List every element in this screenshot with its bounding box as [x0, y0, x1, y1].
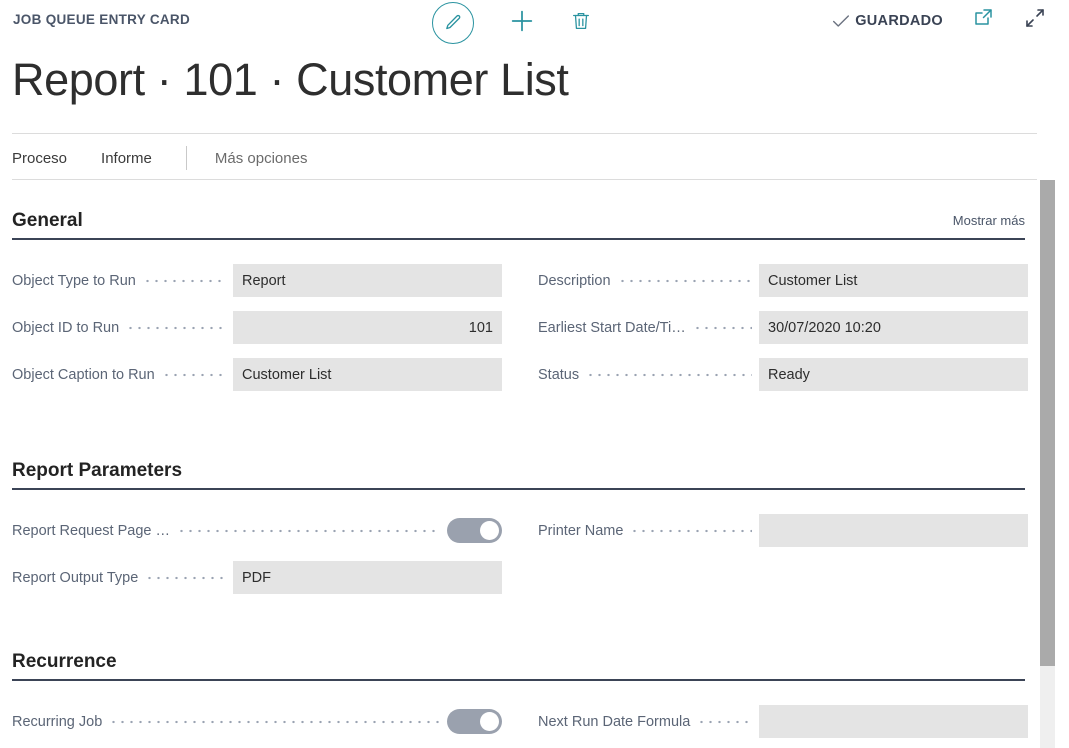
menubar-top-divider — [12, 133, 1037, 134]
section-underline — [12, 679, 1025, 681]
field-label: Printer Name — [538, 523, 623, 539]
top-toolbar: JOB QUEUE ENTRY CARD — [0, 0, 1069, 44]
open-in-new-window-button[interactable] — [971, 6, 995, 35]
object-type-to-run-input[interactable]: Report — [233, 264, 502, 297]
form-content: General Mostrar más Object Type to Run R… — [0, 180, 1037, 748]
delete-button[interactable] — [570, 9, 592, 38]
section-recurrence-header: Recurrence — [12, 639, 1025, 679]
vertical-scrollbar-thumb[interactable] — [1040, 180, 1055, 666]
field-label: Object Type to Run — [12, 273, 136, 289]
leader-dots — [109, 715, 440, 729]
next-run-date-formula-input[interactable] — [759, 705, 1028, 738]
leader-dots — [693, 321, 752, 335]
field-object-caption-to-run: Object Caption to Run Customer List — [12, 358, 502, 391]
field-earliest-start-date-time: Earliest Start Date/Ti… 30/07/2020 10:20 — [538, 311, 1028, 344]
section-report-parameters: Report Parameters — [0, 448, 1037, 490]
field-report-request-page: Report Request Page … — [12, 514, 502, 547]
expand-icon — [1023, 6, 1047, 35]
field-printer-name: Printer Name — [538, 514, 1028, 547]
section-report-parameters-header: Report Parameters — [12, 448, 1025, 488]
section-title: General — [12, 210, 83, 232]
toggle-knob — [480, 712, 499, 731]
menu-item-more-options[interactable]: Más opciones — [215, 150, 308, 167]
section-general: General Mostrar más — [0, 198, 1037, 240]
expand-button[interactable] — [1023, 6, 1047, 35]
report-request-page-toggle[interactable] — [447, 518, 502, 543]
action-menubar: Proceso Informe Más opciones — [12, 142, 307, 174]
plus-icon — [508, 7, 536, 40]
trash-icon — [570, 9, 592, 38]
saved-label: GUARDADO — [855, 13, 943, 29]
field-label: Report Request Page … — [12, 523, 170, 539]
leader-dots — [143, 274, 226, 288]
field-label: Recurring Job — [12, 714, 102, 730]
field-status: Status Ready — [538, 358, 1028, 391]
earliest-start-date-time-input[interactable]: 30/07/2020 10:20 — [759, 311, 1028, 344]
field-description: Description Customer List — [538, 264, 1028, 297]
field-label: Earliest Start Date/Ti… — [538, 320, 686, 336]
recurring-job-toggle[interactable] — [447, 709, 502, 734]
field-label: Object ID to Run — [12, 320, 119, 336]
pencil-icon — [443, 13, 463, 33]
menu-item-informe[interactable]: Informe — [101, 150, 152, 167]
field-label: Status — [538, 367, 579, 383]
page-title: Report · 101 · Customer List — [12, 54, 569, 106]
leader-dots — [126, 321, 226, 335]
leader-dots — [586, 368, 752, 382]
object-id-to-run-input[interactable]: 101 — [233, 311, 502, 344]
field-label: Report Output Type — [12, 570, 138, 586]
section-recurrence: Recurrence — [0, 639, 1037, 681]
field-report-output-type: Report Output Type PDF — [12, 561, 502, 594]
check-icon — [830, 10, 852, 32]
toolbar-right-actions: GUARDADO — [830, 6, 1047, 35]
saved-status: GUARDADO — [830, 10, 943, 32]
section-general-header: General Mostrar más — [12, 198, 1025, 238]
toggle-knob — [480, 521, 499, 540]
leader-dots — [697, 715, 752, 729]
leader-dots — [145, 571, 226, 585]
edit-button[interactable] — [432, 2, 474, 44]
section-underline — [12, 488, 1025, 490]
show-more-link[interactable]: Mostrar más — [953, 213, 1025, 228]
field-next-run-date-formula: Next Run Date Formula — [538, 705, 1028, 738]
description-input[interactable]: Customer List — [759, 264, 1028, 297]
open-in-new-window-icon — [971, 6, 995, 35]
new-button[interactable] — [508, 7, 536, 40]
field-label: Next Run Date Formula — [538, 714, 690, 730]
field-label: Description — [538, 273, 611, 289]
leader-dots — [630, 524, 752, 538]
leader-dots — [618, 274, 752, 288]
section-title: Recurrence — [12, 651, 117, 673]
status-input[interactable]: Ready — [759, 358, 1028, 391]
field-object-type-to-run: Object Type to Run Report — [12, 264, 502, 297]
menu-item-proceso[interactable]: Proceso — [12, 150, 67, 167]
printer-name-input[interactable] — [759, 514, 1028, 547]
section-title: Report Parameters — [12, 460, 182, 482]
report-output-type-input[interactable]: PDF — [233, 561, 502, 594]
object-caption-to-run-input[interactable]: Customer List — [233, 358, 502, 391]
leader-dots — [162, 368, 226, 382]
toolbar-center-actions — [432, 2, 592, 44]
card-type-label: JOB QUEUE ENTRY CARD — [13, 12, 190, 27]
menubar-divider — [186, 146, 187, 170]
section-underline — [12, 238, 1025, 240]
field-object-id-to-run: Object ID to Run 101 — [12, 311, 502, 344]
field-label: Object Caption to Run — [12, 367, 155, 383]
field-recurring-job: Recurring Job — [12, 705, 502, 738]
leader-dots — [177, 524, 440, 538]
